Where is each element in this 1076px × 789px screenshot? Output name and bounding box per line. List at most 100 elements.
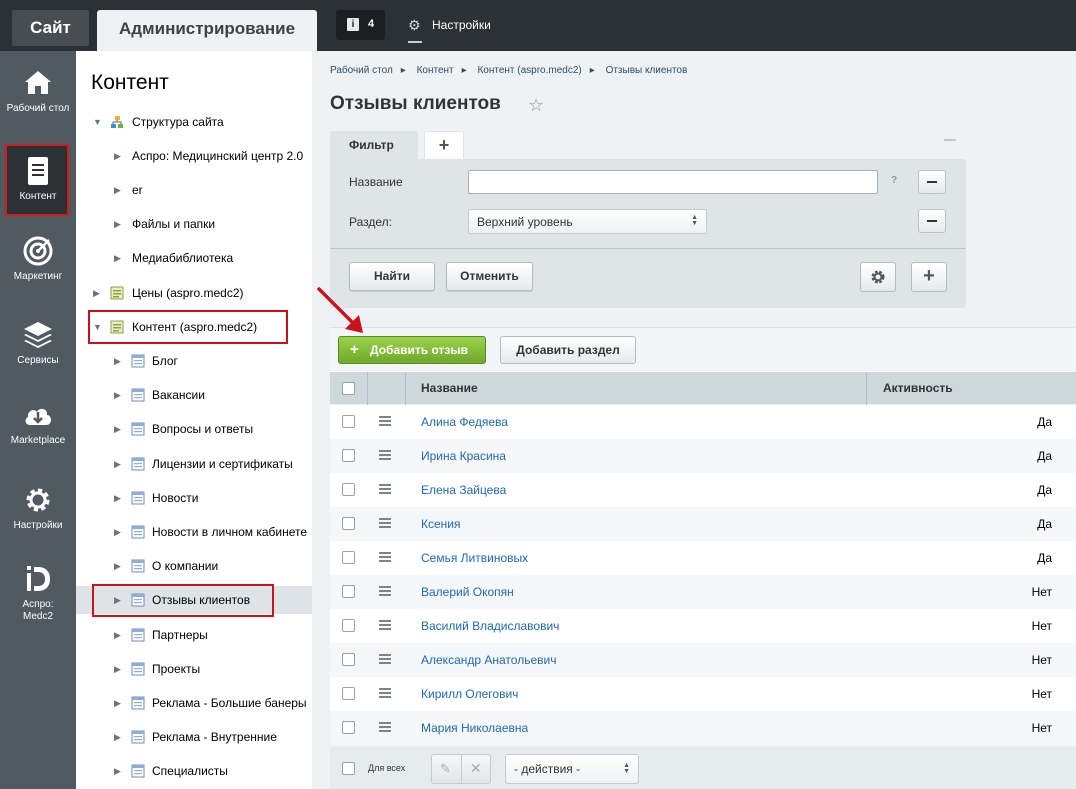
review-name-link[interactable]: Валерий Окопян <box>421 585 514 599</box>
for-all-checkbox[interactable] <box>342 762 355 775</box>
row-checkbox[interactable] <box>342 449 355 462</box>
row-menu-icon[interactable] <box>379 552 391 564</box>
tree-item-banners-big[interactable]: ▶ Реклама - Большие банеры <box>76 689 312 717</box>
column-header-name[interactable]: Название <box>421 372 478 405</box>
table-row[interactable]: Василий Владиславович Нет <box>330 609 1076 643</box>
collapsed-arrow-icon[interactable]: ▶ <box>114 219 121 230</box>
collapsed-arrow-icon[interactable]: ▶ <box>114 356 121 367</box>
rail-item-marketing[interactable]: Маркетинг <box>0 235 76 283</box>
tree-item-prices[interactable]: ▶ Цены (aspro.medc2) <box>76 279 312 307</box>
collapsed-arrow-icon[interactable]: ▶ <box>114 424 121 435</box>
row-menu-icon[interactable] <box>379 586 391 598</box>
filter-settings-button[interactable] <box>860 262 896 292</box>
tree-item-news[interactable]: ▶ Новости <box>76 484 312 512</box>
row-checkbox[interactable] <box>342 517 355 530</box>
review-name-link[interactable]: Александр Анатольевич <box>421 653 556 667</box>
collapsed-arrow-icon[interactable]: ▶ <box>93 288 100 299</box>
tree-item-specialists[interactable]: ▶ Специалисты <box>76 757 312 785</box>
breadcrumb-item[interactable]: Контент <box>417 65 454 76</box>
add-filter-tab-button[interactable]: + <box>424 131 464 159</box>
collapsed-arrow-icon[interactable]: ▶ <box>114 185 121 196</box>
review-name-link[interactable]: Василий Владиславович <box>421 619 559 633</box>
rail-item-aspro[interactable]: Аспро: Medc2 <box>0 563 76 623</box>
expanded-arrow-icon[interactable]: ▼ <box>93 117 102 127</box>
tree-item-licenses[interactable]: ▶ Лицензии и сертификаты <box>76 450 312 478</box>
edit-pencil-icon[interactable]: ✎ <box>440 761 451 777</box>
row-checkbox[interactable] <box>342 585 355 598</box>
collapsed-arrow-icon[interactable]: ▶ <box>114 527 121 538</box>
actions-select[interactable]: - действия - ▲ ▼ <box>505 754 639 784</box>
admin-tab[interactable]: Администрирование <box>97 10 317 51</box>
row-menu-icon[interactable] <box>379 416 391 428</box>
select-all-checkbox[interactable] <box>342 382 355 395</box>
tree-item-about[interactable]: ▶ О компании <box>76 552 312 580</box>
tree-item-er[interactable]: ▶ er <box>76 176 312 204</box>
breadcrumb-item[interactable]: Отзывы клиентов <box>606 65 688 76</box>
review-name-link[interactable]: Алина Федяева <box>421 415 508 429</box>
rail-item-marketplace[interactable]: Marketplace <box>0 399 76 447</box>
tree-item-cabinet-news[interactable]: ▶ Новости в личном кабинете <box>76 518 312 546</box>
favorite-star-icon[interactable]: ☆ <box>528 95 544 116</box>
row-menu-icon[interactable] <box>379 450 391 462</box>
table-row[interactable]: Ирина Красина Да <box>330 439 1076 473</box>
tree-item-projects[interactable]: ▶ Проекты <box>76 655 312 683</box>
collapsed-arrow-icon[interactable]: ▶ <box>114 151 121 162</box>
tree-item-partners[interactable]: ▶ Партнеры <box>76 621 312 649</box>
row-checkbox[interactable] <box>342 619 355 632</box>
row-menu-icon[interactable] <box>379 518 391 530</box>
table-row[interactable]: Валерий Окопян Нет <box>330 575 1076 609</box>
filter-tab[interactable]: Фильтр <box>330 131 418 159</box>
review-name-link[interactable]: Ксения <box>421 517 461 531</box>
help-icon[interactable]: ? <box>891 175 897 186</box>
rail-item-content[interactable]: Контент <box>0 155 76 203</box>
collapse-filter-icon[interactable] <box>944 139 956 141</box>
tree-item-banners-inner[interactable]: ▶ Реклама - Внутренние <box>76 723 312 751</box>
row-checkbox[interactable] <box>342 483 355 496</box>
notifications-button[interactable]: i 4 <box>336 10 385 40</box>
review-name-link[interactable]: Елена Зайцева <box>421 483 506 497</box>
review-name-link[interactable]: Кирилл Олегович <box>421 687 518 701</box>
row-menu-icon[interactable] <box>379 484 391 496</box>
name-filter-input[interactable] <box>468 170 878 194</box>
table-row[interactable]: Мария Николаевна Нет <box>330 711 1076 745</box>
tree-item-site-structure[interactable]: ▼ Структура сайта <box>76 108 312 136</box>
section-select[interactable]: Верхний уровень ▲ ▼ <box>468 209 707 234</box>
rail-item-services[interactable]: Сервисы <box>0 319 76 367</box>
row-checkbox[interactable] <box>342 721 355 734</box>
collapsed-arrow-icon[interactable]: ▶ <box>114 459 121 470</box>
delete-x-icon[interactable]: ✕ <box>470 760 482 777</box>
tree-item-blog[interactable]: ▶ Блог <box>76 347 312 375</box>
collapsed-arrow-icon[interactable]: ▶ <box>114 630 121 641</box>
tree-item-aspro-medcenter[interactable]: ▶ Аспро: Медицинский центр 2.0 <box>76 142 312 170</box>
table-row[interactable]: Семья Литвиновых Да <box>330 541 1076 575</box>
collapsed-arrow-icon[interactable]: ▶ <box>114 561 121 572</box>
collapsed-arrow-icon[interactable]: ▶ <box>114 732 121 743</box>
tree-item-vacancies[interactable]: ▶ Вакансии <box>76 381 312 409</box>
review-name-link[interactable]: Мария Николаевна <box>421 721 528 735</box>
row-checkbox[interactable] <box>342 653 355 666</box>
collapsed-arrow-icon[interactable]: ▶ <box>114 253 121 264</box>
row-menu-icon[interactable] <box>379 620 391 632</box>
review-name-link[interactable]: Семья Литвиновых <box>421 551 528 565</box>
table-row[interactable]: Алина Федяева Да <box>330 405 1076 439</box>
cancel-button[interactable]: Отменить <box>446 262 533 291</box>
collapsed-arrow-icon[interactable]: ▶ <box>114 766 121 777</box>
breadcrumb-item[interactable]: Контент (aspro.medc2) <box>477 65 581 76</box>
review-name-link[interactable]: Ирина Красина <box>421 449 506 463</box>
breadcrumb-item[interactable]: Рабочий стол <box>330 65 393 76</box>
collapsed-arrow-icon[interactable]: ▶ <box>114 493 121 504</box>
row-menu-icon[interactable] <box>379 722 391 734</box>
tree-item-files[interactable]: ▶ Файлы и папки <box>76 210 312 238</box>
collapsed-arrow-icon[interactable]: ▶ <box>114 390 121 401</box>
row-menu-icon[interactable] <box>379 688 391 700</box>
rail-item-desktop[interactable]: Рабочий стол <box>0 67 76 115</box>
tree-item-faq[interactable]: ▶ Вопросы и ответы <box>76 415 312 443</box>
table-row[interactable]: Елена Зайцева Да <box>330 473 1076 507</box>
row-checkbox[interactable] <box>342 551 355 564</box>
collapsed-arrow-icon[interactable]: ▶ <box>114 698 121 709</box>
table-row[interactable]: Александр Анатольевич Нет <box>330 643 1076 677</box>
site-tab[interactable]: Сайт <box>12 10 89 46</box>
table-row[interactable]: Ксения Да <box>330 507 1076 541</box>
table-row[interactable]: Кирилл Олегович Нет <box>330 677 1076 711</box>
remove-name-filter-button[interactable] <box>918 170 946 194</box>
